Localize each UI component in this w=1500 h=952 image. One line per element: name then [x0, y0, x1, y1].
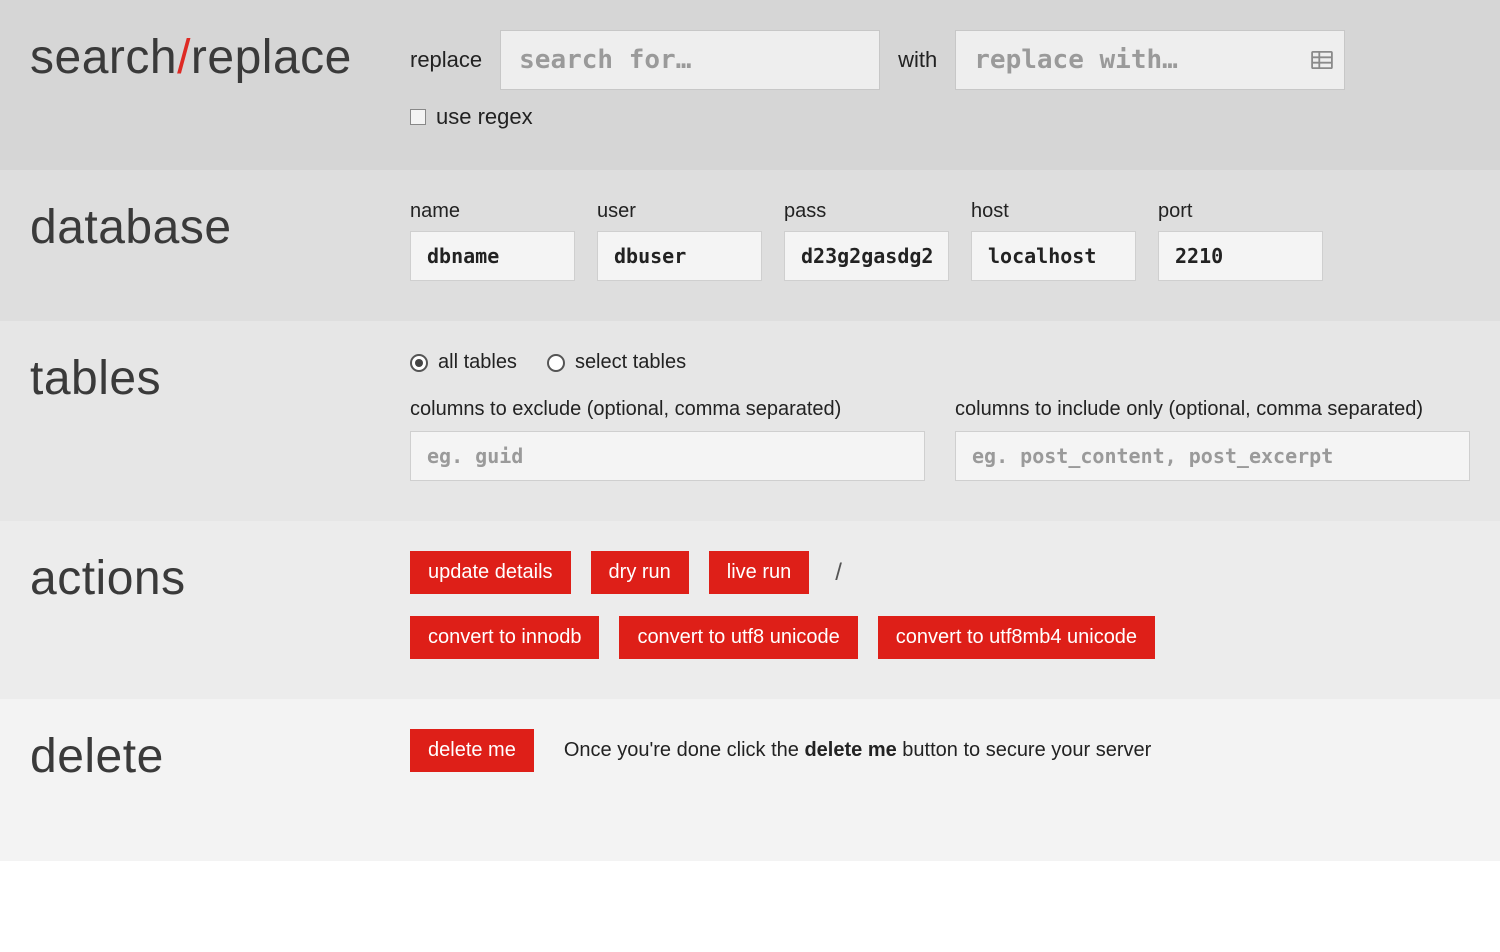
db-name-input[interactable]	[410, 231, 575, 281]
convert-utf8-button[interactable]: convert to utf8 unicode	[619, 616, 857, 659]
exclude-columns-input[interactable]	[410, 431, 925, 481]
radio-select-tables-label: select tables	[575, 351, 686, 374]
regex-label: use regex	[436, 104, 533, 130]
section-delete: delete delete me Once you're done click …	[0, 699, 1500, 861]
regex-checkbox[interactable]	[410, 109, 426, 125]
db-pass-label: pass	[784, 200, 949, 223]
title-part1: search	[30, 31, 177, 84]
delete-text-bold: delete me	[804, 739, 896, 761]
delete-instruction: Once you're done click the delete me but…	[564, 739, 1151, 762]
convert-utf8mb4-button[interactable]: convert to utf8mb4 unicode	[878, 616, 1155, 659]
db-name-label: name	[410, 200, 575, 223]
title-slash: /	[177, 31, 191, 84]
section-tables: tables all tables select tables columns …	[0, 321, 1500, 521]
db-host-input[interactable]	[971, 231, 1136, 281]
db-port-label: port	[1158, 200, 1323, 223]
delete-text-before: Once you're done click the	[564, 739, 805, 761]
db-user-input[interactable]	[597, 231, 762, 281]
title-part2: replace	[191, 31, 352, 84]
include-columns-input[interactable]	[955, 431, 1470, 481]
dry-run-button[interactable]: dry run	[591, 551, 689, 594]
delete-me-button[interactable]: delete me	[410, 729, 534, 772]
update-details-button[interactable]: update details	[410, 551, 571, 594]
replace-label: replace	[410, 47, 482, 73]
exclude-columns-label: columns to exclude (optional, comma sepa…	[410, 398, 925, 421]
db-pass-input[interactable]	[784, 231, 949, 281]
actions-heading: actions	[30, 551, 186, 603]
with-label: with	[898, 47, 937, 73]
live-run-button[interactable]: live run	[709, 551, 809, 594]
multiline-icon[interactable]	[1311, 51, 1333, 69]
db-host-label: host	[971, 200, 1136, 223]
include-columns-label: columns to include only (optional, comma…	[955, 398, 1470, 421]
radio-all-tables[interactable]	[410, 354, 428, 372]
app-title: search/replace	[30, 30, 352, 82]
radio-select-tables[interactable]	[547, 354, 565, 372]
section-actions: actions update details dry run live run …	[0, 521, 1500, 699]
tables-heading: tables	[30, 351, 161, 403]
db-port-input[interactable]	[1158, 231, 1323, 281]
convert-innodb-button[interactable]: convert to innodb	[410, 616, 599, 659]
delete-text-after: button to secure your server	[897, 739, 1152, 761]
db-user-label: user	[597, 200, 762, 223]
search-input[interactable]	[500, 30, 880, 90]
delete-heading: delete	[30, 729, 164, 781]
section-database: database name user pass host port	[0, 170, 1500, 321]
database-heading: database	[30, 200, 232, 252]
actions-separator: /	[829, 559, 848, 587]
replace-input[interactable]	[955, 30, 1345, 90]
section-search-replace: search/replace replace with use regex	[0, 0, 1500, 170]
radio-all-tables-label: all tables	[438, 351, 517, 374]
